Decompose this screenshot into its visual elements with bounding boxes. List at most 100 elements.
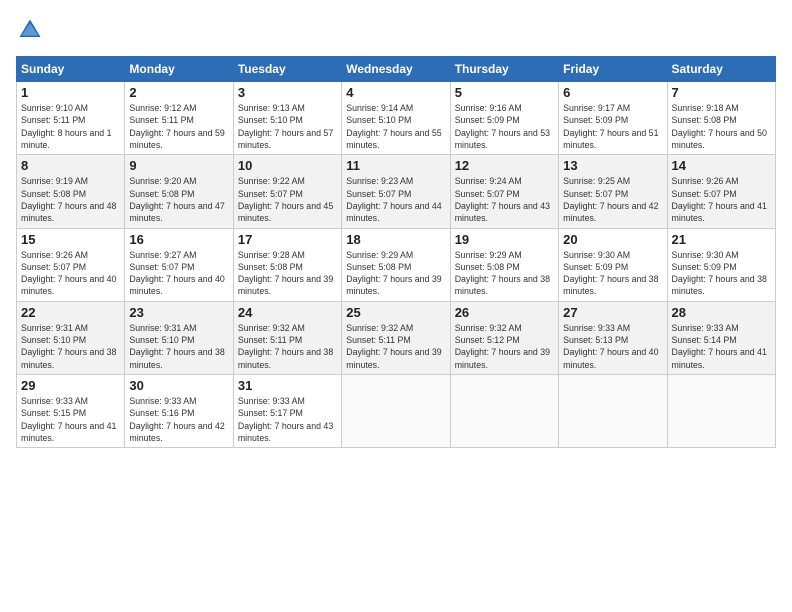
calendar-cell: 7 Sunrise: 9:18 AMSunset: 5:08 PMDayligh…: [667, 82, 775, 155]
day-info: Sunrise: 9:10 AMSunset: 5:11 PMDaylight:…: [21, 103, 111, 150]
day-number: 23: [129, 305, 228, 320]
calendar-cell: 23 Sunrise: 9:31 AMSunset: 5:10 PMDaylig…: [125, 301, 233, 374]
calendar-cell: 27 Sunrise: 9:33 AMSunset: 5:13 PMDaylig…: [559, 301, 667, 374]
day-number: 4: [346, 85, 445, 100]
day-number: 16: [129, 232, 228, 247]
day-number: 17: [238, 232, 337, 247]
calendar-cell: 21 Sunrise: 9:30 AMSunset: 5:09 PMDaylig…: [667, 228, 775, 301]
day-number: 14: [672, 158, 771, 173]
day-info: Sunrise: 9:25 AMSunset: 5:07 PMDaylight:…: [563, 176, 658, 223]
day-info: Sunrise: 9:33 AMSunset: 5:13 PMDaylight:…: [563, 323, 658, 370]
day-number: 5: [455, 85, 554, 100]
day-number: 11: [346, 158, 445, 173]
calendar-cell: 5 Sunrise: 9:16 AMSunset: 5:09 PMDayligh…: [450, 82, 558, 155]
calendar-cell: 10 Sunrise: 9:22 AMSunset: 5:07 PMDaylig…: [233, 155, 341, 228]
day-info: Sunrise: 9:31 AMSunset: 5:10 PMDaylight:…: [21, 323, 116, 370]
calendar-cell: 2 Sunrise: 9:12 AMSunset: 5:11 PMDayligh…: [125, 82, 233, 155]
calendar-cell: 20 Sunrise: 9:30 AMSunset: 5:09 PMDaylig…: [559, 228, 667, 301]
day-number: 12: [455, 158, 554, 173]
day-number: 21: [672, 232, 771, 247]
day-info: Sunrise: 9:33 AMSunset: 5:17 PMDaylight:…: [238, 396, 333, 443]
calendar-cell: 4 Sunrise: 9:14 AMSunset: 5:10 PMDayligh…: [342, 82, 450, 155]
day-info: Sunrise: 9:26 AMSunset: 5:07 PMDaylight:…: [672, 176, 767, 223]
day-number: 15: [21, 232, 120, 247]
day-number: 25: [346, 305, 445, 320]
day-info: Sunrise: 9:23 AMSunset: 5:07 PMDaylight:…: [346, 176, 441, 223]
day-info: Sunrise: 9:32 AMSunset: 5:11 PMDaylight:…: [346, 323, 441, 370]
calendar-cell: [667, 375, 775, 448]
calendar-cell: 15 Sunrise: 9:26 AMSunset: 5:07 PMDaylig…: [17, 228, 125, 301]
day-info: Sunrise: 9:22 AMSunset: 5:07 PMDaylight:…: [238, 176, 333, 223]
day-info: Sunrise: 9:28 AMSunset: 5:08 PMDaylight:…: [238, 250, 333, 297]
calendar-cell: 16 Sunrise: 9:27 AMSunset: 5:07 PMDaylig…: [125, 228, 233, 301]
calendar-cell: [559, 375, 667, 448]
calendar-cell: 30 Sunrise: 9:33 AMSunset: 5:16 PMDaylig…: [125, 375, 233, 448]
header: [16, 16, 776, 44]
day-info: Sunrise: 9:17 AMSunset: 5:09 PMDaylight:…: [563, 103, 658, 150]
calendar-cell: 14 Sunrise: 9:26 AMSunset: 5:07 PMDaylig…: [667, 155, 775, 228]
day-number: 2: [129, 85, 228, 100]
calendar-cell: 1 Sunrise: 9:10 AMSunset: 5:11 PMDayligh…: [17, 82, 125, 155]
day-number: 7: [672, 85, 771, 100]
day-info: Sunrise: 9:29 AMSunset: 5:08 PMDaylight:…: [455, 250, 550, 297]
day-number: 31: [238, 378, 337, 393]
calendar-cell: 22 Sunrise: 9:31 AMSunset: 5:10 PMDaylig…: [17, 301, 125, 374]
day-number: 24: [238, 305, 337, 320]
day-number: 10: [238, 158, 337, 173]
day-info: Sunrise: 9:29 AMSunset: 5:08 PMDaylight:…: [346, 250, 441, 297]
day-info: Sunrise: 9:31 AMSunset: 5:10 PMDaylight:…: [129, 323, 224, 370]
day-info: Sunrise: 9:30 AMSunset: 5:09 PMDaylight:…: [563, 250, 658, 297]
day-number: 27: [563, 305, 662, 320]
weekday-header-monday: Monday: [125, 57, 233, 82]
logo: [16, 16, 48, 44]
weekday-header-row: SundayMondayTuesdayWednesdayThursdayFrid…: [17, 57, 776, 82]
weekday-header-friday: Friday: [559, 57, 667, 82]
day-info: Sunrise: 9:32 AMSunset: 5:11 PMDaylight:…: [238, 323, 333, 370]
day-info: Sunrise: 9:20 AMSunset: 5:08 PMDaylight:…: [129, 176, 224, 223]
day-number: 22: [21, 305, 120, 320]
calendar-cell: 3 Sunrise: 9:13 AMSunset: 5:10 PMDayligh…: [233, 82, 341, 155]
day-info: Sunrise: 9:14 AMSunset: 5:10 PMDaylight:…: [346, 103, 441, 150]
day-number: 26: [455, 305, 554, 320]
day-info: Sunrise: 9:19 AMSunset: 5:08 PMDaylight:…: [21, 176, 116, 223]
calendar-cell: 11 Sunrise: 9:23 AMSunset: 5:07 PMDaylig…: [342, 155, 450, 228]
day-number: 30: [129, 378, 228, 393]
weekday-header-sunday: Sunday: [17, 57, 125, 82]
calendar-cell: 13 Sunrise: 9:25 AMSunset: 5:07 PMDaylig…: [559, 155, 667, 228]
calendar-cell: 26 Sunrise: 9:32 AMSunset: 5:12 PMDaylig…: [450, 301, 558, 374]
day-info: Sunrise: 9:24 AMSunset: 5:07 PMDaylight:…: [455, 176, 550, 223]
calendar-cell: 24 Sunrise: 9:32 AMSunset: 5:11 PMDaylig…: [233, 301, 341, 374]
page: SundayMondayTuesdayWednesdayThursdayFrid…: [0, 0, 792, 612]
calendar-cell: 29 Sunrise: 9:33 AMSunset: 5:15 PMDaylig…: [17, 375, 125, 448]
calendar-cell: 19 Sunrise: 9:29 AMSunset: 5:08 PMDaylig…: [450, 228, 558, 301]
day-info: Sunrise: 9:33 AMSunset: 5:16 PMDaylight:…: [129, 396, 224, 443]
day-info: Sunrise: 9:13 AMSunset: 5:10 PMDaylight:…: [238, 103, 333, 150]
day-number: 8: [21, 158, 120, 173]
week-row-4: 22 Sunrise: 9:31 AMSunset: 5:10 PMDaylig…: [17, 301, 776, 374]
weekday-header-wednesday: Wednesday: [342, 57, 450, 82]
calendar-cell: 28 Sunrise: 9:33 AMSunset: 5:14 PMDaylig…: [667, 301, 775, 374]
week-row-1: 1 Sunrise: 9:10 AMSunset: 5:11 PMDayligh…: [17, 82, 776, 155]
calendar-cell: 31 Sunrise: 9:33 AMSunset: 5:17 PMDaylig…: [233, 375, 341, 448]
week-row-3: 15 Sunrise: 9:26 AMSunset: 5:07 PMDaylig…: [17, 228, 776, 301]
week-row-5: 29 Sunrise: 9:33 AMSunset: 5:15 PMDaylig…: [17, 375, 776, 448]
day-number: 6: [563, 85, 662, 100]
day-number: 28: [672, 305, 771, 320]
weekday-header-thursday: Thursday: [450, 57, 558, 82]
day-info: Sunrise: 9:16 AMSunset: 5:09 PMDaylight:…: [455, 103, 550, 150]
day-info: Sunrise: 9:18 AMSunset: 5:08 PMDaylight:…: [672, 103, 767, 150]
day-info: Sunrise: 9:32 AMSunset: 5:12 PMDaylight:…: [455, 323, 550, 370]
calendar-cell: 25 Sunrise: 9:32 AMSunset: 5:11 PMDaylig…: [342, 301, 450, 374]
weekday-header-saturday: Saturday: [667, 57, 775, 82]
day-info: Sunrise: 9:12 AMSunset: 5:11 PMDaylight:…: [129, 103, 224, 150]
day-info: Sunrise: 9:26 AMSunset: 5:07 PMDaylight:…: [21, 250, 116, 297]
weekday-header-tuesday: Tuesday: [233, 57, 341, 82]
day-number: 18: [346, 232, 445, 247]
day-info: Sunrise: 9:33 AMSunset: 5:14 PMDaylight:…: [672, 323, 767, 370]
day-number: 3: [238, 85, 337, 100]
logo-icon: [16, 16, 44, 44]
day-number: 13: [563, 158, 662, 173]
day-number: 19: [455, 232, 554, 247]
day-number: 20: [563, 232, 662, 247]
day-info: Sunrise: 9:27 AMSunset: 5:07 PMDaylight:…: [129, 250, 224, 297]
